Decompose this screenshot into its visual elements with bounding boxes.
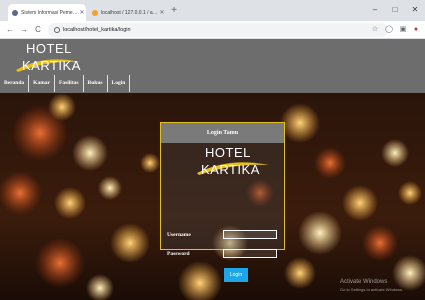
nav-item-login[interactable]: Login	[108, 75, 131, 92]
logo-text-kartika: KARTIKA	[201, 162, 260, 177]
browser-tab-phpmyadmin[interactable]: localhost / 127.0.0.1 / addmon ✕	[88, 4, 166, 21]
browser-toolbar: ← → C localhost/hotel_kartika/login ☆ ◯ …	[0, 21, 425, 39]
browser-tab-active[interactable]: Sistem Informasi Pemesanan Ka ✕	[8, 4, 86, 21]
password-label: Password	[167, 251, 190, 257]
username-label: Username	[167, 232, 191, 238]
password-field[interactable]	[223, 249, 277, 258]
extension-icon[interactable]: ◯	[384, 25, 394, 35]
browser-tab-strip: Sistem Informasi Pemesanan Ka ✕ localhos…	[0, 0, 425, 21]
new-tab-button[interactable]: +	[168, 5, 180, 17]
nav-item-beranda[interactable]: Beranda	[0, 75, 30, 92]
tab-close-icon[interactable]: ✕	[78, 9, 86, 16]
logo-text-hotel: HOTEL	[26, 41, 72, 56]
forward-arrow-icon[interactable]: →	[18, 24, 30, 36]
site-header: HOTEL KARTIKA Beranda Kamar Fasilitas Bu…	[0, 39, 425, 93]
minimize-icon[interactable]: –	[366, 3, 384, 17]
address-bar-url: localhost/hotel_kartika/login	[63, 27, 131, 33]
watermark-title: Activate Windows	[340, 279, 388, 285]
nav-item-bukus[interactable]: Bukus	[84, 75, 108, 92]
close-window-icon[interactable]: ✕	[406, 3, 424, 17]
login-panel: Login Tamu HOTEL KARTIKA Username Passwo…	[160, 122, 285, 282]
windows-activation-watermark: Activate Windows Go to Settings to activ…	[340, 278, 403, 294]
watermark-subtitle: Go to Settings to activate Windows.	[340, 287, 404, 292]
address-bar[interactable]: localhost/hotel_kartika/login	[48, 23, 388, 37]
tab-title: Sistem Informasi Pemesanan Ka	[21, 9, 78, 16]
extension-icon[interactable]: ▣	[398, 25, 408, 35]
site-favicon-icon	[12, 9, 18, 16]
login-logo: HOTEL KARTIKA	[197, 145, 269, 181]
site-info-icon[interactable]	[54, 27, 60, 33]
phpmyadmin-favicon-icon	[92, 9, 98, 16]
tab-title: localhost / 127.0.0.1 / addmon	[101, 9, 158, 16]
maximize-icon[interactable]: □	[386, 3, 404, 17]
login-button[interactable]: Login	[224, 268, 248, 282]
logo-text-hotel: HOTEL	[205, 145, 251, 160]
page-content: HOTEL KARTIKA Beranda Kamar Fasilitas Bu…	[0, 39, 425, 300]
username-field[interactable]	[223, 230, 277, 239]
site-logo[interactable]: HOTEL KARTIKA	[14, 41, 84, 75]
logo-text-kartika: KARTIKA	[22, 58, 81, 73]
back-arrow-icon[interactable]: ←	[4, 24, 16, 36]
reload-icon[interactable]: C	[32, 24, 44, 36]
tab-close-icon[interactable]: ✕	[158, 9, 166, 16]
nav-item-kamar[interactable]: Kamar	[29, 75, 55, 92]
profile-avatar-icon[interactable]: ●	[411, 25, 421, 35]
nav-item-fasilitas[interactable]: Fasilitas	[55, 75, 84, 92]
main-nav: Beranda Kamar Fasilitas Bukus Login	[0, 75, 131, 92]
login-panel-title: Login Tamu	[161, 123, 284, 143]
bookmark-star-icon[interactable]: ☆	[370, 25, 380, 35]
